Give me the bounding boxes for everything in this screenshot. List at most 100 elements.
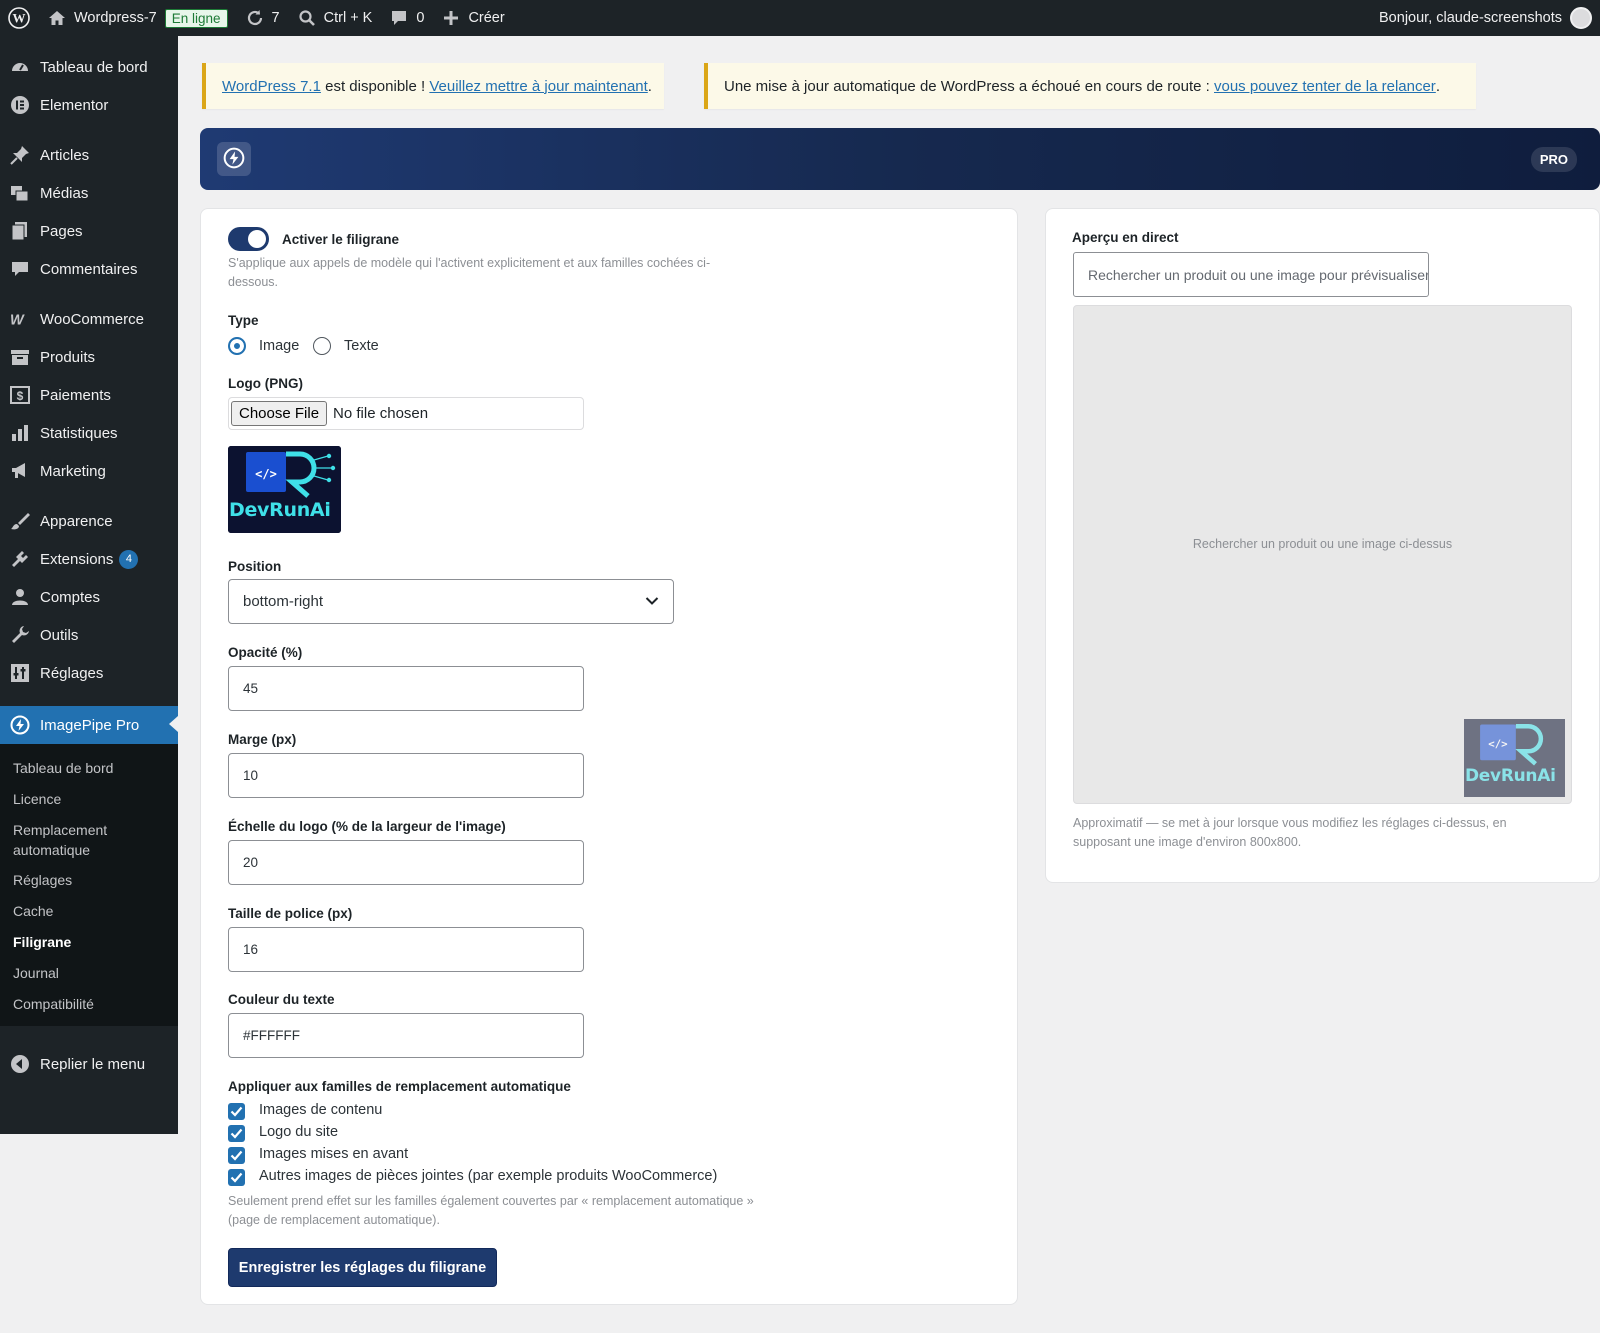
sidebar-item-label: Médias xyxy=(40,184,89,202)
toggle-knob xyxy=(248,230,266,248)
choose-file-button[interactable]: Choose File xyxy=(231,401,328,426)
search-shortcut: Ctrl + K xyxy=(323,10,373,26)
sidebar-item-settings[interactable]: Réglages xyxy=(0,655,178,691)
sidebar-item-label: Produits xyxy=(40,348,96,366)
status-badge: En ligne xyxy=(164,8,228,28)
sidebar-item-label: Paiements xyxy=(40,386,111,404)
megaphone-icon xyxy=(10,461,30,481)
families-help: Seulement prend effet sur les familles é… xyxy=(228,1194,754,1227)
margin-input[interactable]: 10 xyxy=(228,753,584,798)
submenu-item-cache[interactable]: Cache xyxy=(13,901,173,921)
font-size-input[interactable]: 16 xyxy=(228,927,584,972)
sidebar-item-marketing[interactable]: Marketing xyxy=(0,453,178,489)
position-select[interactable]: bottom-right xyxy=(228,579,674,624)
sidebar-item-plugins[interactable]: Extensions 4 xyxy=(0,541,178,577)
save-watermark-button[interactable]: Enregistrer les réglages du filigrane xyxy=(228,1248,497,1287)
type-text-radio[interactable] xyxy=(313,337,331,355)
sidebar-item-label: Commentaires xyxy=(40,260,138,278)
comments-link[interactable]: 0 xyxy=(380,0,432,36)
sidebar-item-label: Réglages xyxy=(40,664,104,682)
my-account-link[interactable]: Bonjour, claude-screenshots xyxy=(1379,0,1562,36)
sidebar-item-articles[interactable]: Articles xyxy=(0,137,178,173)
wordpress-logo-button[interactable]: W xyxy=(0,0,38,36)
command-search-button[interactable]: Ctrl + K xyxy=(288,0,381,36)
text-color-input[interactable]: #FFFFFF xyxy=(228,1013,584,1058)
collapse-arrow-icon xyxy=(10,1054,30,1074)
sidebar-item-elementor[interactable]: Elementor xyxy=(0,87,178,123)
logo-scale-input[interactable]: 20 xyxy=(228,840,584,885)
bolt-icon xyxy=(223,147,245,172)
sidebar-item-stats[interactable]: Statistiques xyxy=(0,415,178,451)
family-checkbox-featured-images[interactable] xyxy=(228,1147,245,1164)
refresh-icon xyxy=(244,7,266,29)
submenu-item-auto-replace[interactable]: Remplacement automatique xyxy=(13,820,133,860)
pro-badge: PRO xyxy=(1530,146,1577,172)
family-label-site-logo: Logo du site xyxy=(259,1124,339,1140)
type-label: Type xyxy=(228,313,259,328)
submenu-item-compatibility[interactable]: Compatibilité xyxy=(13,994,173,1014)
logo-wordmark: DevRunAi xyxy=(229,499,331,521)
sidebar-item-label: WooCommerce xyxy=(40,310,144,328)
plus-icon xyxy=(440,7,462,29)
sidebar-item-products[interactable]: Produits xyxy=(0,339,178,375)
sidebar-item-appearance[interactable]: Apparence xyxy=(0,503,178,539)
site-name-link[interactable]: Wordpress-7 En ligne xyxy=(38,0,236,36)
checkmark-icon xyxy=(230,1104,243,1120)
updates-count: 7 xyxy=(271,10,280,26)
opacity-input[interactable]: 45 xyxy=(228,666,584,711)
family-checkbox-content-images[interactable] xyxy=(228,1103,245,1120)
users-icon xyxy=(10,587,30,607)
submenu-item-settings[interactable]: Réglages xyxy=(13,870,173,890)
sidebar-item-comments[interactable]: Commentaires xyxy=(0,251,178,287)
retry-update-link[interactable]: vous pouvez tenter de la relancer xyxy=(1214,78,1436,95)
logo-file-input[interactable]: Choose File No file chosen xyxy=(228,397,584,430)
sidebar-item-tools[interactable]: Outils xyxy=(0,617,178,653)
sidebar-item-label: Tableau de bord xyxy=(40,58,148,76)
avatar[interactable] xyxy=(1570,7,1592,29)
logo-label: Logo (PNG) xyxy=(228,376,303,391)
woocommerce-icon: W xyxy=(10,309,30,329)
sidebar-item-label: Comptes xyxy=(40,588,101,606)
submenu-item-license[interactable]: Licence xyxy=(13,789,173,809)
sidebar-item-users[interactable]: Comptes xyxy=(0,579,178,615)
submenu-item-dashboard[interactable]: Tableau de bord xyxy=(13,758,173,778)
pin-icon xyxy=(10,145,30,165)
live-preview-title: Aperçu en direct xyxy=(1072,230,1179,245)
search-icon xyxy=(296,7,318,29)
type-image-radio[interactable] xyxy=(228,337,246,355)
submenu-item-watermark[interactable]: Filigrane xyxy=(13,932,173,952)
sidebar-item-dashboard[interactable]: Tableau de bord xyxy=(0,49,178,85)
pages-icon xyxy=(10,221,30,241)
new-label: Créer xyxy=(468,10,505,26)
collapse-menu-button[interactable]: Replier le menu xyxy=(0,1046,178,1082)
sidebar-item-pages[interactable]: Pages xyxy=(0,213,178,249)
svg-text:W: W xyxy=(10,312,25,327)
family-label-other-attachments: Autres images de pièces jointes (par exe… xyxy=(259,1168,718,1184)
update-now-link[interactable]: Veuillez mettre à jour maintenant xyxy=(429,78,647,95)
family-checkbox-site-logo[interactable] xyxy=(228,1125,245,1142)
plugin-header-banner: PRO xyxy=(200,128,1600,190)
enable-watermark-toggle[interactable] xyxy=(228,227,269,251)
preview-search-input[interactable]: Rechercher un produit ou une image pour … xyxy=(1073,252,1429,297)
sidebar-item-label: ImagePipe Pro xyxy=(40,716,140,734)
sidebar-item-label: Statistiques xyxy=(40,424,118,442)
sidebar-item-payments[interactable]: $ Paiements xyxy=(0,377,178,413)
submenu-item-log[interactable]: Journal xyxy=(13,963,173,983)
new-content-link[interactable]: Créer xyxy=(432,0,512,36)
position-label: Position xyxy=(228,559,282,574)
auto-update-failed-notice: Une mise à jour automatique de WordPress… xyxy=(704,63,1476,109)
file-status: No file chosen xyxy=(333,405,429,422)
plugins-icon xyxy=(10,549,30,569)
sidebar-item-label: Apparence xyxy=(40,512,113,530)
families-label: Appliquer aux familles de remplacement a… xyxy=(228,1079,571,1094)
updates-link[interactable]: 7 xyxy=(236,0,288,36)
family-checkbox-other-attachments[interactable] xyxy=(228,1169,245,1186)
chevron-down-icon xyxy=(645,593,659,610)
sidebar-item-imagepipe-pro[interactable]: ImagePipe Pro xyxy=(0,706,178,744)
sidebar-item-label: Articles xyxy=(40,146,90,164)
sidebar-item-label: Elementor xyxy=(40,96,109,114)
checkmark-icon xyxy=(230,1148,243,1164)
sidebar-item-woocommerce[interactable]: W WooCommerce xyxy=(0,301,178,337)
wordpress-version-link[interactable]: WordPress 7.1 xyxy=(222,78,321,95)
sidebar-item-media[interactable]: Médias xyxy=(0,175,178,211)
